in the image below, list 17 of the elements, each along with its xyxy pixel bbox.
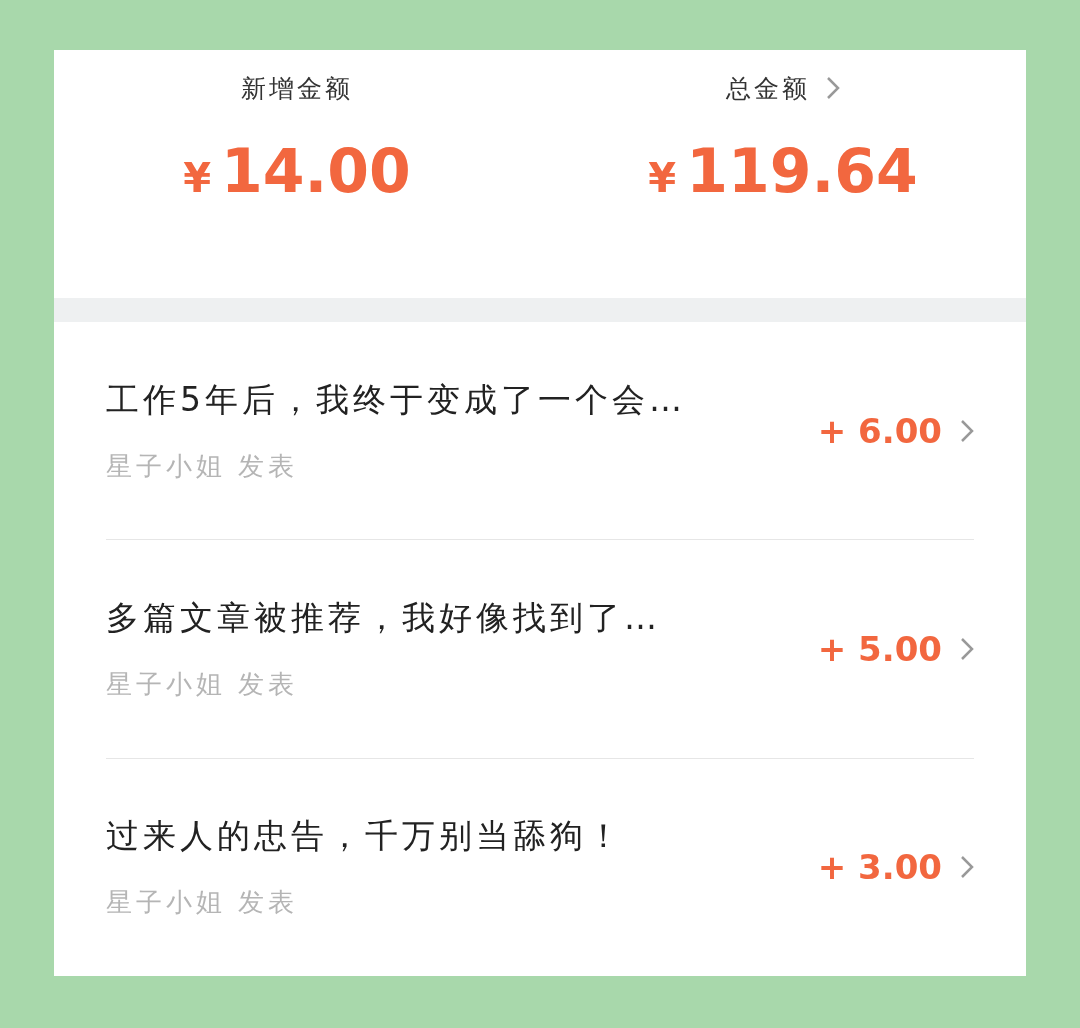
chevron-right-icon [960, 636, 974, 661]
article-byline: 星子小姐 发表 [106, 667, 300, 701]
reward-amount: + 5.00 [817, 628, 942, 669]
article-title[interactable]: 过来人的忠告，千万别当舔狗！ [106, 814, 818, 860]
article-byline: 星子小姐 发表 [106, 449, 300, 483]
summary-amount: ¥ 119.64 [648, 136, 918, 206]
chevron-right-icon [960, 418, 974, 443]
reward-amount: + 3.00 [817, 847, 942, 888]
reward-amount: + 6.00 [817, 410, 942, 451]
summary-amount: ¥ 14.00 [183, 136, 411, 206]
summary-label: 新增金额 [241, 72, 353, 105]
article-byline: 星子小姐 发表 [106, 886, 300, 920]
summary-label: 总金额 [726, 72, 810, 105]
article-title[interactable]: 工作5年后，我终于变成了一个会… [106, 377, 818, 423]
article-title[interactable]: 多篇文章被推荐，我好像找到了… [106, 595, 818, 641]
chevron-right-icon [826, 76, 840, 100]
chevron-right-icon [960, 855, 974, 880]
